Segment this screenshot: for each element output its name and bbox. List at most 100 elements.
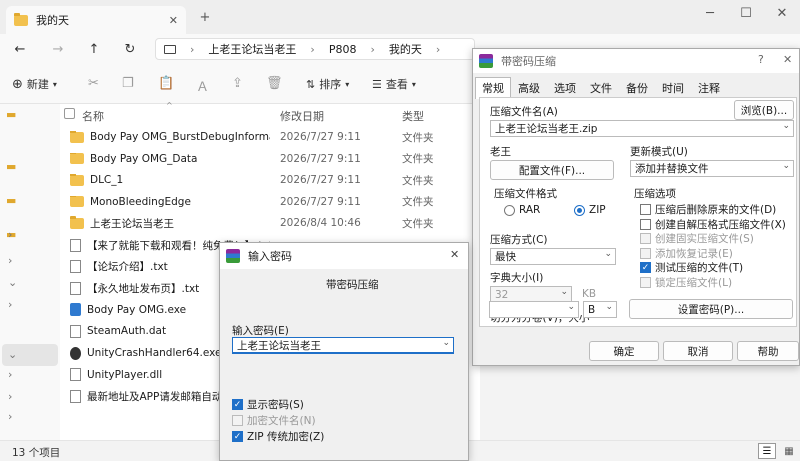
file-type: 文件夹 bbox=[402, 196, 434, 209]
column-header-date[interactable]: 修改日期 bbox=[280, 108, 324, 124]
method-select[interactable]: 最快 ⌄ bbox=[490, 248, 616, 265]
file-date: 2026/7/27 9:11 bbox=[280, 152, 361, 165]
file-row[interactable]: 上老王论坛当老王 2026/8/4 10:46 文件夹 bbox=[70, 213, 480, 233]
file-row[interactable]: Body Pay OMG_BurstDebugInformation_... 20… bbox=[70, 127, 480, 147]
chevron-down-icon: ⌄ bbox=[560, 287, 568, 297]
checkbox-indicator bbox=[640, 233, 651, 245]
delete-icon[interactable]: 🗑 bbox=[266, 76, 283, 91]
paste-icon[interactable]: 📋 bbox=[158, 76, 174, 91]
cancel-button[interactable]: 取消 bbox=[663, 341, 733, 361]
up-icon[interactable]: ↑ bbox=[84, 40, 104, 58]
tab-options[interactable]: 选项 bbox=[547, 77, 583, 99]
maximize-icon[interactable]: ☐ bbox=[736, 4, 756, 22]
tab-advanced[interactable]: 高级 bbox=[511, 77, 547, 99]
new-button[interactable]: ⊕ 新建 ▾ bbox=[12, 76, 57, 92]
minimize-icon[interactable]: ─ bbox=[700, 4, 720, 22]
archive-option-checkbox[interactable]: 锁定压缩文件(L) bbox=[640, 275, 732, 290]
view-button[interactable]: ☰ 查看 ▾ bbox=[372, 76, 416, 92]
password-dialog: 输入密码 ✕ 带密码压缩 输入密码(E) 上老王论坛当老王 ⌄ ✓ 显示密码(S… bbox=[219, 242, 469, 461]
tab-general[interactable]: 常规 bbox=[475, 77, 511, 99]
breadcrumb-item[interactable]: 我的天 bbox=[389, 41, 422, 57]
sort-button[interactable]: ⇅ 排序 ▾ bbox=[306, 76, 349, 92]
chevron-down-icon[interactable]: ⌄ bbox=[442, 338, 450, 348]
chevron-right-icon[interactable]: › bbox=[8, 254, 12, 267]
radio-indicator bbox=[504, 204, 515, 216]
column-header-type[interactable]: 类型 bbox=[402, 108, 424, 124]
checkbox-indicator bbox=[640, 277, 651, 288]
computer-icon bbox=[164, 44, 176, 54]
tiles-view-icon[interactable]: ▦ bbox=[780, 443, 798, 459]
chevron-right-icon: › bbox=[370, 42, 375, 56]
chevron-down-icon[interactable]: ⌄ bbox=[8, 276, 17, 289]
chevron-down-icon[interactable]: ⌄ bbox=[782, 121, 790, 131]
forward-icon[interactable]: → bbox=[48, 40, 68, 58]
chevron-right-icon[interactable]: › bbox=[8, 298, 12, 311]
select-all-checkbox[interactable] bbox=[64, 108, 75, 119]
tab-my-sky[interactable]: 我的天 ✕ bbox=[6, 6, 186, 34]
profiles-button[interactable]: 配置文件(F)... bbox=[490, 160, 614, 180]
file-name: DLC_1 bbox=[90, 174, 124, 187]
breadcrumb-item[interactable]: P808 bbox=[329, 43, 357, 56]
checkbox-indicator bbox=[640, 218, 651, 230]
ok-button[interactable]: 确定 bbox=[589, 341, 659, 361]
new-tab-icon[interactable]: + bbox=[196, 8, 214, 26]
breadcrumb-item[interactable]: 上老王论坛当老王 bbox=[208, 41, 296, 57]
close-icon[interactable]: ✕ bbox=[783, 53, 792, 66]
file-type: 文件夹 bbox=[402, 131, 434, 144]
tab-comment[interactable]: 注释 bbox=[691, 77, 727, 99]
format-zip-label: ZIP bbox=[589, 204, 606, 216]
folder-icon: ▬ bbox=[6, 194, 17, 207]
chevron-right-icon[interactable]: › bbox=[8, 390, 12, 403]
copy-icon[interactable]: ❐ bbox=[122, 76, 134, 91]
format-rar-radio[interactable]: RAR bbox=[504, 204, 540, 216]
close-tab-icon[interactable]: ✕ bbox=[169, 14, 178, 27]
show-password-checkbox[interactable]: ✓ 显示密码(S) bbox=[232, 397, 304, 412]
archive-option-checkbox[interactable]: 压缩后删除原来的文件(D) bbox=[640, 202, 776, 217]
cut-icon[interactable]: ✂ bbox=[88, 76, 99, 91]
column-header-name[interactable]: 名称 bbox=[82, 108, 104, 124]
encrypt-names-checkbox[interactable]: 加密文件名(N) bbox=[232, 413, 316, 428]
close-window-icon[interactable]: ✕ bbox=[772, 4, 792, 22]
file-row[interactable]: MonoBleedingEdge 2026/7/27 9:11 文件夹 bbox=[70, 192, 480, 212]
archive-option-checkbox[interactable]: 创建固实压缩文件(S) bbox=[640, 231, 754, 246]
archive-option-checkbox[interactable]: ✓ 测试压缩的文件(T) bbox=[640, 260, 743, 275]
chevron-right-icon[interactable]: › bbox=[8, 410, 12, 423]
file-row[interactable]: Body Pay OMG_Data 2026/7/27 9:11 文件夹 bbox=[70, 149, 480, 169]
address-bar[interactable]: › 上老王论坛当老王 › P808 › 我的天 › bbox=[155, 38, 475, 60]
rename-icon[interactable]: Ａ bbox=[196, 76, 209, 95]
tab-time[interactable]: 时间 bbox=[655, 77, 691, 99]
archive-option-checkbox[interactable]: 添加恢复记录(E) bbox=[640, 246, 733, 261]
file-name: SteamAuth.dat bbox=[87, 325, 167, 338]
chevron-right-icon[interactable]: › bbox=[8, 228, 12, 241]
tab-files[interactable]: 文件 bbox=[583, 77, 619, 99]
file-row[interactable]: DLC_1 2026/7/27 9:11 文件夹 bbox=[70, 170, 480, 190]
split-unit-select[interactable]: B ⌄ bbox=[583, 301, 617, 318]
refresh-icon[interactable]: ↻ bbox=[120, 40, 140, 58]
back-icon[interactable]: ← bbox=[10, 40, 30, 58]
zip-legacy-label: ZIP 传统加密(Z) bbox=[247, 431, 325, 443]
format-group-label: 压缩文件格式 bbox=[494, 188, 557, 200]
folder-icon: ▬ bbox=[6, 160, 17, 173]
archive-name-input[interactable]: 上老王论坛当老王.zip ⌄ bbox=[490, 120, 794, 137]
file-name: 上老王论坛当老王 bbox=[90, 217, 174, 230]
share-icon[interactable]: ⇪ bbox=[232, 76, 243, 91]
zip-legacy-checkbox[interactable]: ✓ ZIP 传统加密(Z) bbox=[232, 429, 324, 444]
update-mode-select[interactable]: 添加并替换文件 ⌄ bbox=[630, 160, 794, 177]
password-input[interactable]: 上老王论坛当老王 ⌄ bbox=[232, 337, 454, 354]
details-view-icon[interactable]: ☰ bbox=[758, 443, 776, 459]
split-size-input[interactable]: ⌄ bbox=[489, 301, 579, 318]
tab-backup[interactable]: 备份 bbox=[619, 77, 655, 99]
archive-option-checkbox[interactable]: 创建自解压格式压缩文件(X) bbox=[640, 217, 786, 232]
format-zip-radio[interactable]: ZIP bbox=[574, 204, 606, 216]
help-button[interactable]: 帮助 bbox=[737, 341, 799, 361]
password-value: 上老王论坛当老王 bbox=[237, 339, 321, 352]
chevron-down-icon[interactable]: ⌄ bbox=[8, 348, 17, 361]
set-password-button[interactable]: 设置密码(P)... bbox=[629, 299, 793, 319]
chevron-down-icon: ▾ bbox=[52, 79, 57, 89]
file-type: 文件夹 bbox=[402, 217, 434, 230]
close-icon[interactable]: ✕ bbox=[450, 248, 459, 261]
help-icon[interactable]: ? bbox=[758, 53, 764, 66]
chevron-right-icon[interactable]: › bbox=[8, 368, 12, 381]
checkbox-indicator: ✓ bbox=[640, 262, 651, 274]
browse-button[interactable]: 浏览(B)... bbox=[734, 100, 794, 120]
